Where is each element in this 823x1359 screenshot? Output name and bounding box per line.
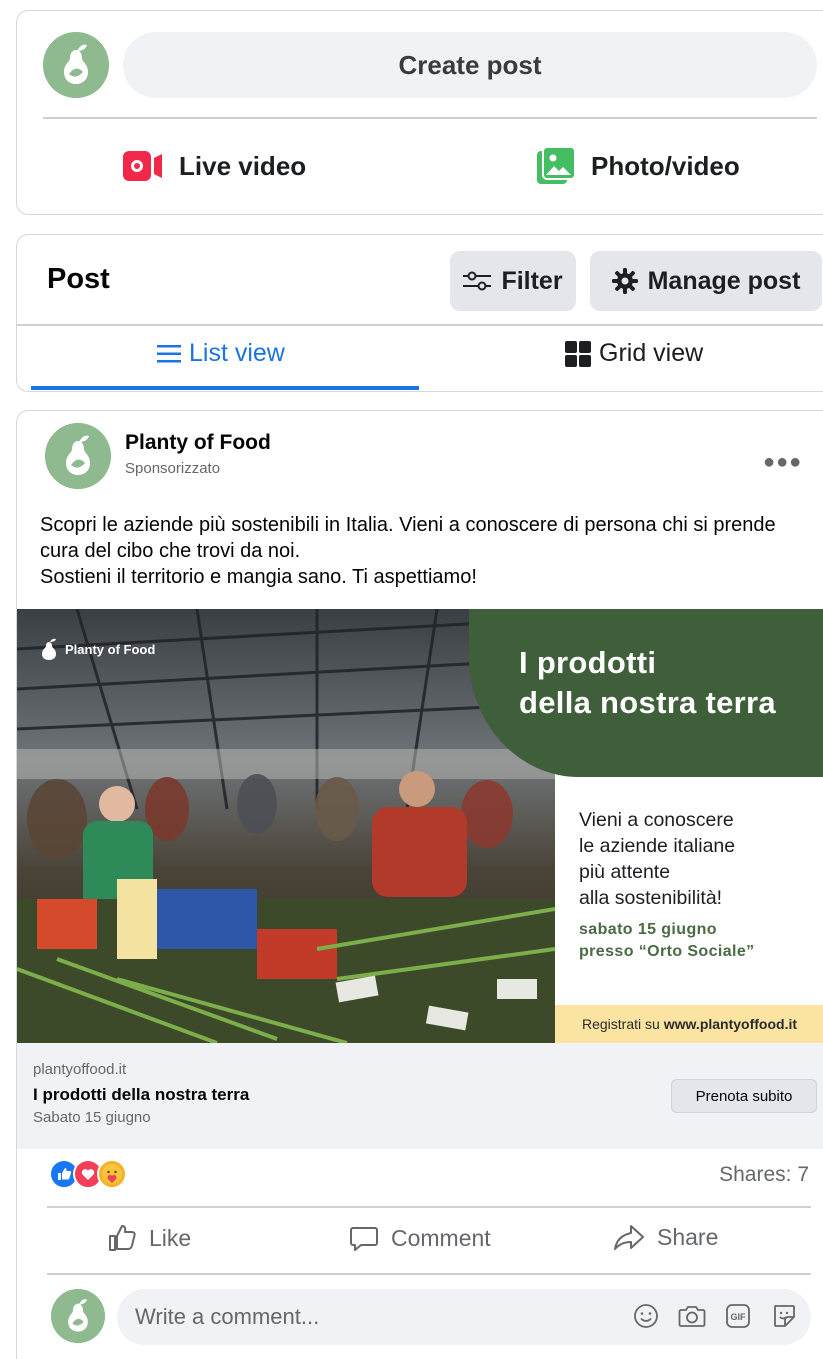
ad-body-line: alla sostenibilità!: [579, 887, 723, 909]
shares-count[interactable]: Shares: 7: [719, 1163, 809, 1187]
camera-icon[interactable]: [677, 1301, 707, 1331]
pear-logo-icon: [42, 638, 56, 660]
divider: [47, 1206, 811, 1208]
share-button[interactable]: Share: [613, 1223, 718, 1251]
ad-body-line: Vieni a conoscere: [579, 809, 734, 831]
page-avatar[interactable]: [45, 423, 111, 489]
ad-title: I prodotti della nostra terra: [519, 643, 776, 723]
ad-register-strip: Registrati su www.plantyoffood.it: [555, 1005, 823, 1043]
reaction-summary[interactable]: [49, 1159, 127, 1189]
ad-date-text: sabato 15 giugno presso “Orto Sociale”: [579, 919, 819, 963]
tab-list-view[interactable]: List view: [157, 339, 285, 368]
create-post-button[interactable]: Create post: [123, 32, 817, 98]
divider: [17, 324, 823, 326]
manage-post-label: Manage post: [647, 266, 801, 295]
comment-button[interactable]: Comment: [349, 1223, 491, 1253]
filter-sliders-icon: [463, 271, 492, 291]
composer-card: Create post Live video Photo/video: [16, 10, 823, 215]
page-avatar[interactable]: [43, 32, 109, 98]
ad-register-prefix: Registrati su: [581, 1016, 660, 1032]
emoji-icon[interactable]: [631, 1301, 661, 1331]
tab-label: Grid view: [599, 339, 704, 367]
pear-logo-icon: [43, 32, 109, 98]
ad-body-text: Vieni a conoscere le aziende italiane pi…: [579, 807, 819, 911]
share-arrow-icon: [614, 1225, 644, 1250]
feed-post-card: Planty of Food Sponsorizzato ●●● Scopri …: [16, 410, 823, 1359]
post-manager-card: Post Filter Manage post List view Grid v…: [16, 234, 823, 392]
link-domain: plantyoffood.it: [33, 1061, 127, 1078]
section-title: Post: [47, 263, 110, 295]
tab-label: List view: [189, 339, 285, 367]
ad-image[interactable]: Planty of Food I prodotti della nostra t…: [17, 609, 823, 1043]
live-video-icon: [123, 151, 162, 181]
photo-icon: [537, 147, 575, 184]
ad-date-line: sabato 15 giugno: [579, 921, 717, 938]
more-options-icon[interactable]: ●●●: [763, 451, 802, 474]
ad-body-line: più attente: [579, 861, 671, 883]
care-reaction-icon: [97, 1159, 127, 1189]
share-label: Share: [657, 1223, 719, 1250]
list-icon: [157, 344, 181, 362]
grid-icon: [565, 340, 591, 367]
link-subtitle: Sabato 15 giugno: [33, 1109, 151, 1126]
filter-button[interactable]: Filter: [450, 251, 576, 311]
divider: [47, 1273, 811, 1275]
commenter-avatar[interactable]: [51, 1289, 105, 1343]
live-video-label: Live video: [179, 150, 307, 181]
divider: [43, 117, 817, 119]
ad-title-line: I prodotti: [519, 645, 657, 680]
tab-grid-view[interactable]: Grid view: [565, 339, 703, 368]
pear-logo-icon: [45, 423, 111, 489]
book-now-button[interactable]: Prenota subito: [671, 1079, 817, 1113]
ad-register-url: www.plantyoffood.it: [663, 1016, 798, 1032]
thumbs-up-icon: [109, 1225, 136, 1251]
ad-logo-text: Planty of Food: [65, 641, 156, 657]
filter-label: Filter: [501, 266, 563, 295]
ad-logo: Planty of Food: [37, 637, 155, 661]
like-button[interactable]: Like: [107, 1223, 191, 1253]
post-text: Scopri le aziende più sostenibili in Ita…: [40, 512, 810, 590]
page-name-link[interactable]: Planty of Food: [125, 431, 271, 455]
pear-logo-icon: [51, 1289, 105, 1343]
sticker-icon[interactable]: [769, 1301, 799, 1331]
post-text-line: Sostieni il territorio e mangia sano. Ti…: [40, 566, 477, 588]
comment-label: Comment: [391, 1224, 491, 1251]
svg-text:GIF: GIF: [731, 1312, 747, 1322]
gif-icon[interactable]: GIF: [723, 1301, 753, 1331]
link-preview[interactable]: plantyoffood.it I prodotti della nostra …: [17, 1043, 823, 1149]
comment-bubble-icon: [350, 1227, 378, 1251]
like-label: Like: [149, 1224, 192, 1251]
ad-title-line: della nostra terra: [519, 685, 776, 720]
photo-video-button[interactable]: Photo/video: [537, 145, 740, 187]
sponsored-label[interactable]: Sponsorizzato: [125, 460, 220, 477]
live-video-button[interactable]: Live video: [123, 145, 306, 187]
post-text-line: Scopri le aziende più sostenibili in Ita…: [40, 514, 776, 562]
gear-icon: [611, 268, 638, 294]
ad-body-line: le aziende italiane: [579, 835, 736, 857]
link-title: I prodotti della nostra terra: [33, 1085, 250, 1104]
photo-video-label: Photo/video: [591, 150, 740, 181]
active-tab-indicator: [31, 386, 419, 390]
ad-date-line: presso “Orto Sociale”: [579, 943, 755, 960]
ad-banner: I prodotti della nostra terra: [469, 609, 823, 777]
manage-post-button[interactable]: Manage post: [590, 251, 822, 311]
comment-tools: GIF: [631, 1301, 799, 1331]
